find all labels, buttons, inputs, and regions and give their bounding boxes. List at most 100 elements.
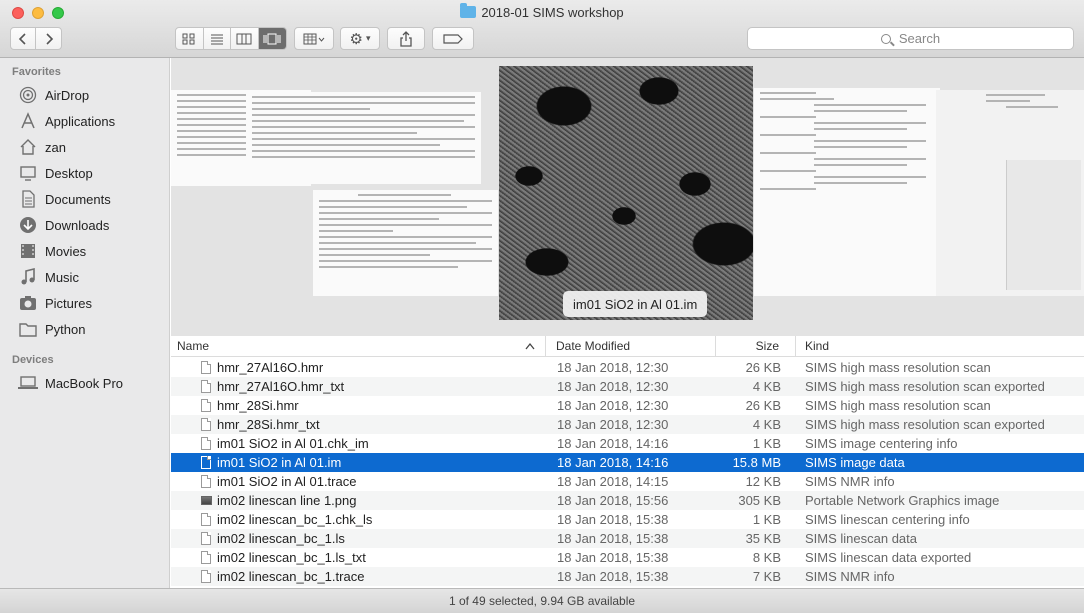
file-row[interactable]: hmr_27Al16O.hmr 18 Jan 2018, 12:30 26 KB… — [171, 358, 1084, 377]
tag-icon — [443, 33, 463, 44]
pictures-icon — [18, 294, 38, 312]
file-size: 8 KB — [752, 550, 781, 565]
laptop-icon — [18, 374, 38, 392]
file-row[interactable]: im02 linescan line 1.png 18 Jan 2018, 15… — [171, 491, 1084, 510]
file-row[interactable]: im02 linescan_bc_1.ls 18 Jan 2018, 15:38… — [171, 529, 1084, 548]
column-header-size[interactable]: Size — [716, 336, 796, 356]
sidebar-item-label: zan — [45, 139, 66, 155]
file-kind: SIMS NMR info — [805, 569, 895, 584]
action-button[interactable]: ⚙ ▾ — [340, 27, 380, 50]
arrange-button[interactable] — [294, 27, 334, 50]
edit-tags-button[interactable] — [432, 27, 474, 50]
column-header-kind[interactable]: Kind — [796, 336, 1084, 356]
folder-icon — [18, 320, 38, 338]
file-size: 12 KB — [745, 474, 781, 489]
finder-window: 2018-01 SIMS workshop ⚙ ▾ Search Favorit… — [0, 0, 1084, 613]
sidebar-item-macbook-pro[interactable]: MacBook Pro — [18, 372, 123, 394]
file-row-selected[interactable]: im01 SiO2 in Al 01.im 18 Jan 2018, 14:16… — [171, 453, 1084, 472]
file-name: hmr_27Al16O.hmr — [217, 360, 324, 375]
file-name: im02 linescan_bc_1.chk_ls — [217, 512, 373, 527]
sidebar-item-label: Downloads — [45, 217, 110, 233]
preview-thumbnail[interactable] — [313, 190, 498, 296]
window-title: 2018-01 SIMS workshop — [0, 3, 1084, 20]
file-name: im02 linescan_bc_1.ls — [217, 531, 345, 546]
file-size: 1 KB — [752, 512, 781, 527]
column-header-date[interactable]: Date Modified — [546, 336, 716, 356]
preview-thumbnail[interactable] — [936, 90, 1084, 296]
sidebar-item-pictures[interactable]: Pictures — [18, 292, 92, 314]
home-icon — [18, 138, 38, 156]
list-view-button[interactable] — [204, 28, 231, 49]
column-header-label: Date Modified — [556, 339, 631, 353]
column-header-label: Name — [177, 339, 210, 353]
file-row[interactable]: im02 linescan_bc_1.ls_txt 18 Jan 2018, 1… — [171, 548, 1084, 567]
sidebar-item-desktop[interactable]: Desktop — [18, 162, 93, 184]
downloads-icon — [18, 216, 38, 234]
sidebar-item-python[interactable]: Python — [18, 318, 85, 340]
sidebar-item-movies[interactable]: Movies — [18, 240, 86, 262]
file-kind: Portable Network Graphics image — [805, 493, 1000, 508]
document-icon — [201, 532, 211, 545]
movies-icon — [18, 242, 38, 260]
file-kind: SIMS linescan data exported — [805, 550, 972, 565]
applications-icon — [18, 112, 38, 130]
column-header-name[interactable]: Name — [171, 336, 546, 356]
file-name: im01 SiO2 in Al 01.chk_im — [217, 436, 369, 451]
preview-thumbnail[interactable] — [754, 88, 940, 296]
sidebar-item-label: Movies — [45, 243, 87, 259]
airdrop-icon — [18, 86, 38, 104]
file-size: 7 KB — [752, 569, 781, 584]
file-size: 4 KB — [752, 417, 781, 432]
icon-view-button[interactable] — [176, 28, 204, 49]
file-date: 18 Jan 2018, 14:15 — [557, 474, 669, 489]
file-list: hmr_27Al16O.hmr 18 Jan 2018, 12:30 26 KB… — [171, 358, 1084, 588]
file-kind: SIMS NMR info — [805, 474, 895, 489]
file-date: 18 Jan 2018, 12:30 — [557, 360, 669, 375]
file-row[interactable]: hmr_28Si.hmr 18 Jan 2018, 12:30 26 KB SI… — [171, 396, 1084, 415]
icon-view-icon — [182, 33, 195, 44]
documents-icon — [18, 190, 38, 208]
forward-button[interactable] — [36, 28, 61, 49]
sidebar-item-music[interactable]: Music — [18, 266, 79, 288]
file-name: hmr_28Si.hmr_txt — [217, 417, 320, 432]
file-row[interactable]: im01 SiO2 in Al 01.chk_im 18 Jan 2018, 1… — [171, 434, 1084, 453]
preview-caption: im01 SiO2 in Al 01.im — [563, 291, 708, 317]
cover-flow-view-button[interactable] — [258, 28, 286, 49]
favorites-header: Favorites — [12, 66, 61, 78]
sidebar-item-downloads[interactable]: Downloads — [18, 214, 109, 236]
sort-ascending-icon — [525, 342, 535, 350]
share-button[interactable] — [387, 27, 425, 50]
file-date: 18 Jan 2018, 15:38 — [557, 531, 669, 546]
file-name: im01 SiO2 in Al 01.im — [217, 455, 342, 470]
search-field[interactable]: Search — [747, 27, 1074, 50]
file-row[interactable]: hmr_28Si.hmr_txt 18 Jan 2018, 12:30 4 KB… — [171, 415, 1084, 434]
sidebar-item-documents[interactable]: Documents — [18, 188, 111, 210]
window-title-text: 2018-01 SIMS workshop — [481, 5, 624, 20]
file-date: 18 Jan 2018, 12:30 — [557, 398, 669, 413]
back-button[interactable] — [11, 28, 37, 49]
file-row[interactable]: im02 linescan_bc_1.chk_ls 18 Jan 2018, 1… — [171, 510, 1084, 529]
sidebar-item-applications[interactable]: Applications — [18, 110, 115, 132]
preview-thumbnail[interactable] — [246, 92, 481, 184]
music-icon — [18, 268, 38, 286]
cover-flow-preview[interactable]: im01 SiO2 in Al 01.im — [171, 58, 1084, 336]
document-icon — [201, 380, 211, 393]
file-row[interactable]: im01 SiO2 in Al 01.trace 18 Jan 2018, 14… — [171, 472, 1084, 491]
sidebar-item-airdrop[interactable]: AirDrop — [18, 84, 89, 106]
sidebar-item-label: Desktop — [45, 165, 93, 181]
sidebar-item-label: Pictures — [45, 295, 92, 311]
file-size: 26 KB — [745, 360, 781, 375]
sidebar-item-home[interactable]: zan — [18, 136, 66, 158]
file-date: 18 Jan 2018, 15:56 — [557, 493, 669, 508]
sims-image-preview[interactable] — [499, 66, 753, 320]
file-row[interactable]: im02 linescan_bc_1.trace 18 Jan 2018, 15… — [171, 567, 1084, 586]
navigation-buttons — [10, 27, 62, 50]
document-icon — [201, 456, 211, 469]
toolbar: 2018-01 SIMS workshop ⚙ ▾ Search — [0, 0, 1084, 58]
column-view-button[interactable] — [231, 28, 259, 49]
document-icon — [201, 551, 211, 564]
file-kind: SIMS high mass resolution scan — [805, 360, 991, 375]
file-row[interactable]: hmr_27Al16O.hmr_txt 18 Jan 2018, 12:30 4… — [171, 377, 1084, 396]
document-icon — [201, 570, 211, 583]
file-date: 18 Jan 2018, 12:30 — [557, 417, 669, 432]
